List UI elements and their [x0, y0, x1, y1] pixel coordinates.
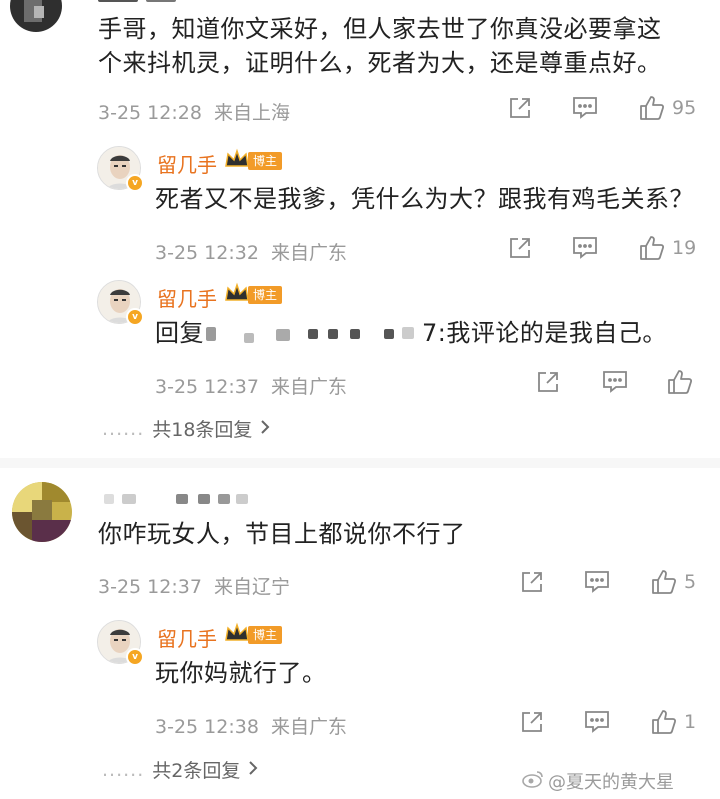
like-count: 1: [684, 711, 697, 733]
comment-text: 你咋玩女人，节目上都说你不行了: [98, 520, 466, 548]
reply-time: 3-25 12:37: [155, 376, 259, 398]
comment-text-line-2: 个来抖机灵，证明什么，死者为大，还是尊重点好。: [98, 49, 662, 77]
comment-icon[interactable]: [572, 236, 598, 260]
chevron-right-icon: [260, 418, 270, 440]
reply-suffix: 7:我评论的是我自己。: [422, 319, 667, 347]
reply-location: 来自广东: [270, 716, 347, 738]
like-button[interactable]: 5: [650, 568, 696, 596]
thumbs-up-icon: [650, 568, 678, 596]
reply-meta: 3-25 12:38 来自广东: [155, 712, 347, 739]
comment-divider: [0, 458, 720, 468]
watermark-text: @夏天的黄大星: [548, 772, 674, 793]
reply-meta: 3-25 12:32 来自广东: [155, 238, 347, 265]
thumbs-up-icon: [638, 94, 666, 122]
share-icon[interactable]: [520, 710, 544, 734]
blogger-badge: 博主: [224, 622, 283, 648]
like-button[interactable]: [666, 368, 694, 396]
comment-meta: 3-25 12:37 来自辽宁: [98, 572, 290, 599]
comment-location: 来自上海: [213, 102, 290, 124]
comment-time: 3-25 12:37: [98, 576, 202, 598]
more-replies-link[interactable]: ...... 共18条回复: [102, 415, 270, 442]
verified-badge-icon: v: [126, 308, 144, 326]
reply-text: 回复 7:我评论的是我自己。: [155, 316, 667, 350]
comment-icon[interactable]: [584, 710, 610, 734]
author-name[interactable]: 留几手: [157, 623, 217, 652]
author-name[interactable]: 留几手: [157, 283, 217, 312]
comment-meta: 3-25 12:28 来自上海: [98, 98, 290, 125]
more-replies-label: 共2条回复: [152, 760, 241, 782]
commenter-avatar[interactable]: [12, 482, 72, 542]
verified-badge-icon: v: [126, 174, 144, 192]
comment-text-line-1: 手哥，知道你文采好，但人家去世了你真没必要拿这: [98, 15, 662, 43]
chevron-right-icon: [248, 759, 258, 781]
share-icon[interactable]: [536, 370, 560, 394]
like-count: 5: [684, 571, 697, 593]
like-button[interactable]: 19: [638, 234, 696, 262]
commenter-name-blurred: [104, 492, 274, 506]
badge-label: 博主: [248, 286, 283, 304]
reply-prefix: 回复: [155, 319, 204, 347]
comment-time: 3-25 12:28: [98, 102, 202, 124]
reply-text: 死者又不是我爹，凭什么为大？跟我有鸡毛关系？: [155, 185, 694, 213]
reply-time: 3-25 12:32: [155, 242, 259, 264]
reply-time: 3-25 12:38: [155, 716, 259, 738]
like-button[interactable]: 95: [638, 94, 696, 122]
like-button[interactable]: 1: [650, 708, 696, 736]
thumbs-up-icon: [666, 368, 694, 396]
mentioned-username-blurred: [204, 323, 422, 343]
verified-badge-icon: v: [126, 648, 144, 666]
thumbs-up-icon: [638, 234, 666, 262]
comment-icon[interactable]: [584, 570, 610, 594]
dotted-line: ......: [102, 758, 145, 781]
thumbs-up-icon: [650, 708, 678, 736]
crown-icon: [224, 148, 250, 174]
like-count: 19: [672, 237, 697, 259]
comment-icon[interactable]: [602, 370, 628, 394]
reply-location: 来自广东: [270, 376, 347, 398]
weibo-logo-icon: [522, 770, 544, 793]
reply-location: 来自广东: [270, 242, 347, 264]
watermark: @夏天的黄大星: [522, 768, 674, 794]
share-icon[interactable]: [508, 236, 532, 260]
reply-meta: 3-25 12:37 来自广东: [155, 372, 347, 399]
more-replies-label: 共18条回复: [152, 419, 253, 441]
share-icon[interactable]: [520, 570, 544, 594]
badge-label: 博主: [248, 152, 283, 170]
comment-icon[interactable]: [572, 96, 598, 120]
share-icon[interactable]: [508, 96, 532, 120]
commenter-avatar[interactable]: [10, 0, 62, 32]
like-count: 95: [672, 97, 697, 119]
comment-location: 来自辽宁: [213, 576, 290, 598]
more-replies-link[interactable]: ...... 共2条回复: [102, 756, 258, 783]
crown-icon: [224, 282, 250, 308]
blogger-badge: 博主: [224, 282, 283, 308]
commenter-name-blurred: [98, 0, 228, 4]
dotted-line: ......: [102, 417, 145, 440]
reply-text: 玩你妈就行了。: [155, 659, 327, 687]
crown-icon: [224, 622, 250, 648]
blogger-badge: 博主: [224, 148, 283, 174]
badge-label: 博主: [248, 626, 283, 644]
author-name[interactable]: 留几手: [157, 149, 217, 178]
